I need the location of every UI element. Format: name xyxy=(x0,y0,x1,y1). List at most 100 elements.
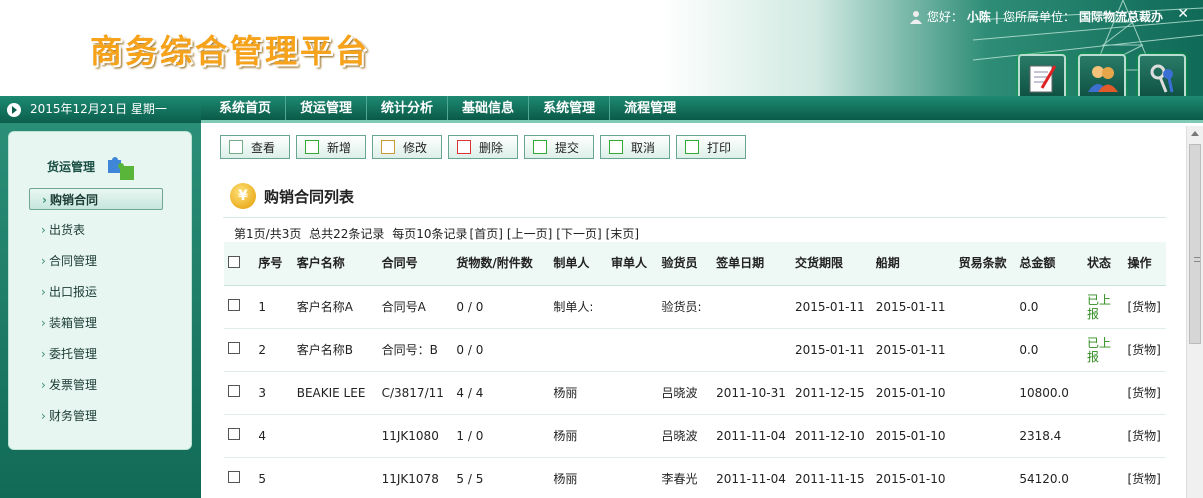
sidebar-section-header: 货运管理 xyxy=(9,148,193,184)
table-row[interactable]: 4 11JK1080 1 / 0 杨丽 吕晓波 2011-11-04 2011-12-10 2… xyxy=(224,414,1166,458)
pager-first-link[interactable]: [首页] xyxy=(470,227,503,241)
cancel-button[interactable]: 取消 xyxy=(600,135,670,159)
table-row[interactable]: 3 BEAKIE LEE C/3817/11 4 / 4 杨丽 吕晓波 2011-10-31… xyxy=(224,371,1166,415)
pagination: 第1页/共3页 总共22条记录 每页10条记录 [首页] [上一页] [下一页] [末页… xyxy=(234,225,643,242)
vertical-scrollbar[interactable] xyxy=(1186,126,1203,498)
edit-note-button[interactable] xyxy=(1018,54,1066,96)
table-cell: 2015-01-11 xyxy=(871,285,955,329)
current-date: 2015年12月21日 星期一 xyxy=(30,102,167,116)
table-row[interactable]: 5 11JK1078 5 / 5 杨丽 李春光 2011-11-04 2011-11-15 2… xyxy=(224,457,1166,498)
sidebar-item-purchase-contract[interactable]: 购销合同 xyxy=(29,188,163,211)
pager-total-pages: 共3页 xyxy=(269,227,302,241)
col-header: 制单人 xyxy=(549,242,608,286)
table-cell: 2015-01-10 xyxy=(871,371,955,415)
col-header: 交货期限 xyxy=(790,242,872,286)
col-header: 签单日期 xyxy=(712,242,791,286)
sidebar-item-finance[interactable]: 财务管理 xyxy=(29,405,163,427)
nav-basic-info[interactable]: 基础信息 xyxy=(448,96,530,120)
row-checkbox[interactable] xyxy=(228,299,240,311)
keys-button[interactable] xyxy=(1138,54,1186,96)
collapse-arrow-icon[interactable] xyxy=(7,103,21,117)
nav-home[interactable]: 系统首页 xyxy=(205,96,287,120)
goods-link[interactable]: [货物] xyxy=(1123,328,1166,372)
sidebar-item-contract-management[interactable]: 合同管理 xyxy=(29,250,163,272)
status-cell: 已上报 xyxy=(1083,328,1124,372)
goods-link[interactable]: [货物] xyxy=(1123,285,1166,329)
list-title-text: 购销合同列表 xyxy=(264,187,355,206)
username[interactable]: 小陈 xyxy=(967,8,991,25)
pager-last-link[interactable]: [末页] xyxy=(606,227,639,241)
users-button[interactable] xyxy=(1078,54,1126,96)
pager-prev-link[interactable]: [上一页] xyxy=(507,227,552,241)
col-header: 状态 xyxy=(1083,242,1124,286)
table-cell xyxy=(607,371,658,415)
table-cell: 制单人: xyxy=(549,285,608,329)
scroll-up-arrow-icon[interactable] xyxy=(1191,131,1199,136)
submit-button[interactable]: 提交 xyxy=(524,135,594,159)
table-cell xyxy=(292,414,378,458)
table-cell: 2015-01-11 xyxy=(790,285,872,329)
table-cell xyxy=(712,285,791,329)
separator: | xyxy=(994,9,999,24)
nav-statistics[interactable]: 统计分析 xyxy=(367,96,449,120)
row-checkbox[interactable] xyxy=(228,428,240,440)
nav-shipping[interactable]: 货运管理 xyxy=(286,96,368,120)
pager-current-page: 第1页 xyxy=(234,227,266,241)
scroll-grip xyxy=(1194,257,1200,262)
table-cell: 合同号A xyxy=(377,285,453,329)
sidebar-item-invoice[interactable]: 发票管理 xyxy=(29,374,163,396)
nav-system[interactable]: 系统管理 xyxy=(529,96,611,120)
edit-button[interactable]: 修改 xyxy=(372,135,442,159)
print-button[interactable]: 打印 xyxy=(676,135,746,159)
add-button[interactable]: 新增 xyxy=(296,135,366,159)
add-label: 新增 xyxy=(327,140,352,155)
logout-close-icon[interactable]: ✕ xyxy=(1177,6,1189,22)
main-nav: 系统首页 货运管理 统计分析 基础信息 系统管理 流程管理 xyxy=(201,96,1203,123)
sidebar-item-shipment-table[interactable]: 出货表 xyxy=(29,219,163,241)
table-cell: BEAKIE LEE xyxy=(292,371,378,415)
pager-total-records: 总共22条记录 xyxy=(309,227,385,241)
unit-name: 国际物流总裁办 xyxy=(1078,10,1163,24)
table-cell: 0.0 xyxy=(1015,285,1084,329)
delete-button[interactable]: 删除 xyxy=(448,135,518,159)
view-label: 查看 xyxy=(251,140,276,155)
table-cell: 11JK1078 xyxy=(377,457,453,498)
goods-link[interactable]: [货物] xyxy=(1123,371,1166,415)
table-cell: 李春光 xyxy=(657,457,713,498)
col-header: 货物数/附件数 xyxy=(452,242,550,286)
sidebar-item-export-declaration[interactable]: 出口报运 xyxy=(29,281,163,303)
table-cell xyxy=(954,414,1016,458)
select-all-checkbox[interactable] xyxy=(228,255,240,268)
col-header: 船期 xyxy=(871,242,955,286)
table-cell: 5 / 5 xyxy=(452,457,550,498)
sidebar-item-packing[interactable]: 装箱管理 xyxy=(29,312,163,334)
table-cell: 验货员: xyxy=(657,285,713,329)
status-cell: 已上报 xyxy=(1083,285,1124,329)
table-row[interactable]: 2 客户名称B 合同号：B 0 / 0 2015-01-11 2015-01-11 0.0 已… xyxy=(224,328,1166,372)
row-checkbox[interactable] xyxy=(228,342,240,354)
users-icon xyxy=(1088,66,1118,92)
row-checkbox[interactable] xyxy=(228,385,240,397)
table-cell: 4 xyxy=(254,414,293,458)
nav-workflow[interactable]: 流程管理 xyxy=(610,96,690,120)
table-cell: 客户名称A xyxy=(292,285,378,329)
row-select-cell xyxy=(224,285,255,329)
sidebar-item-consignment[interactable]: 委托管理 xyxy=(29,343,163,365)
list-title: ¥ 购销合同列表 xyxy=(230,183,354,209)
row-checkbox[interactable] xyxy=(228,471,240,483)
table-cell: 11JK1080 xyxy=(377,414,453,458)
contract-table: 序号 客户名称 合同号 货物数/附件数 制单人 审单人 验货员 签单日期 交货期… xyxy=(224,242,1166,498)
sidebar: 货运管理 购销合同 出货表 合同管理 出口报运 装箱管理 委托管理 发票管理 财… xyxy=(8,131,192,450)
pager-next-link[interactable]: [下一页] xyxy=(556,227,601,241)
view-button[interactable]: 查看 xyxy=(220,135,290,159)
goods-link[interactable]: [货物] xyxy=(1123,414,1166,458)
col-header: 总金额 xyxy=(1015,242,1084,286)
select-all-cell xyxy=(224,242,255,286)
table-cell xyxy=(607,414,658,458)
table-cell: 吕晓波 xyxy=(657,371,713,415)
scroll-thumb[interactable] xyxy=(1189,144,1201,344)
goods-link[interactable]: [货物] xyxy=(1123,457,1166,498)
table-cell: 吕晓波 xyxy=(657,414,713,458)
table-row[interactable]: 1 客户名称A 合同号A 0 / 0 制单人: 验货员: 2015-01-11 2015-01… xyxy=(224,285,1166,329)
edit-note-icon xyxy=(1029,65,1057,93)
